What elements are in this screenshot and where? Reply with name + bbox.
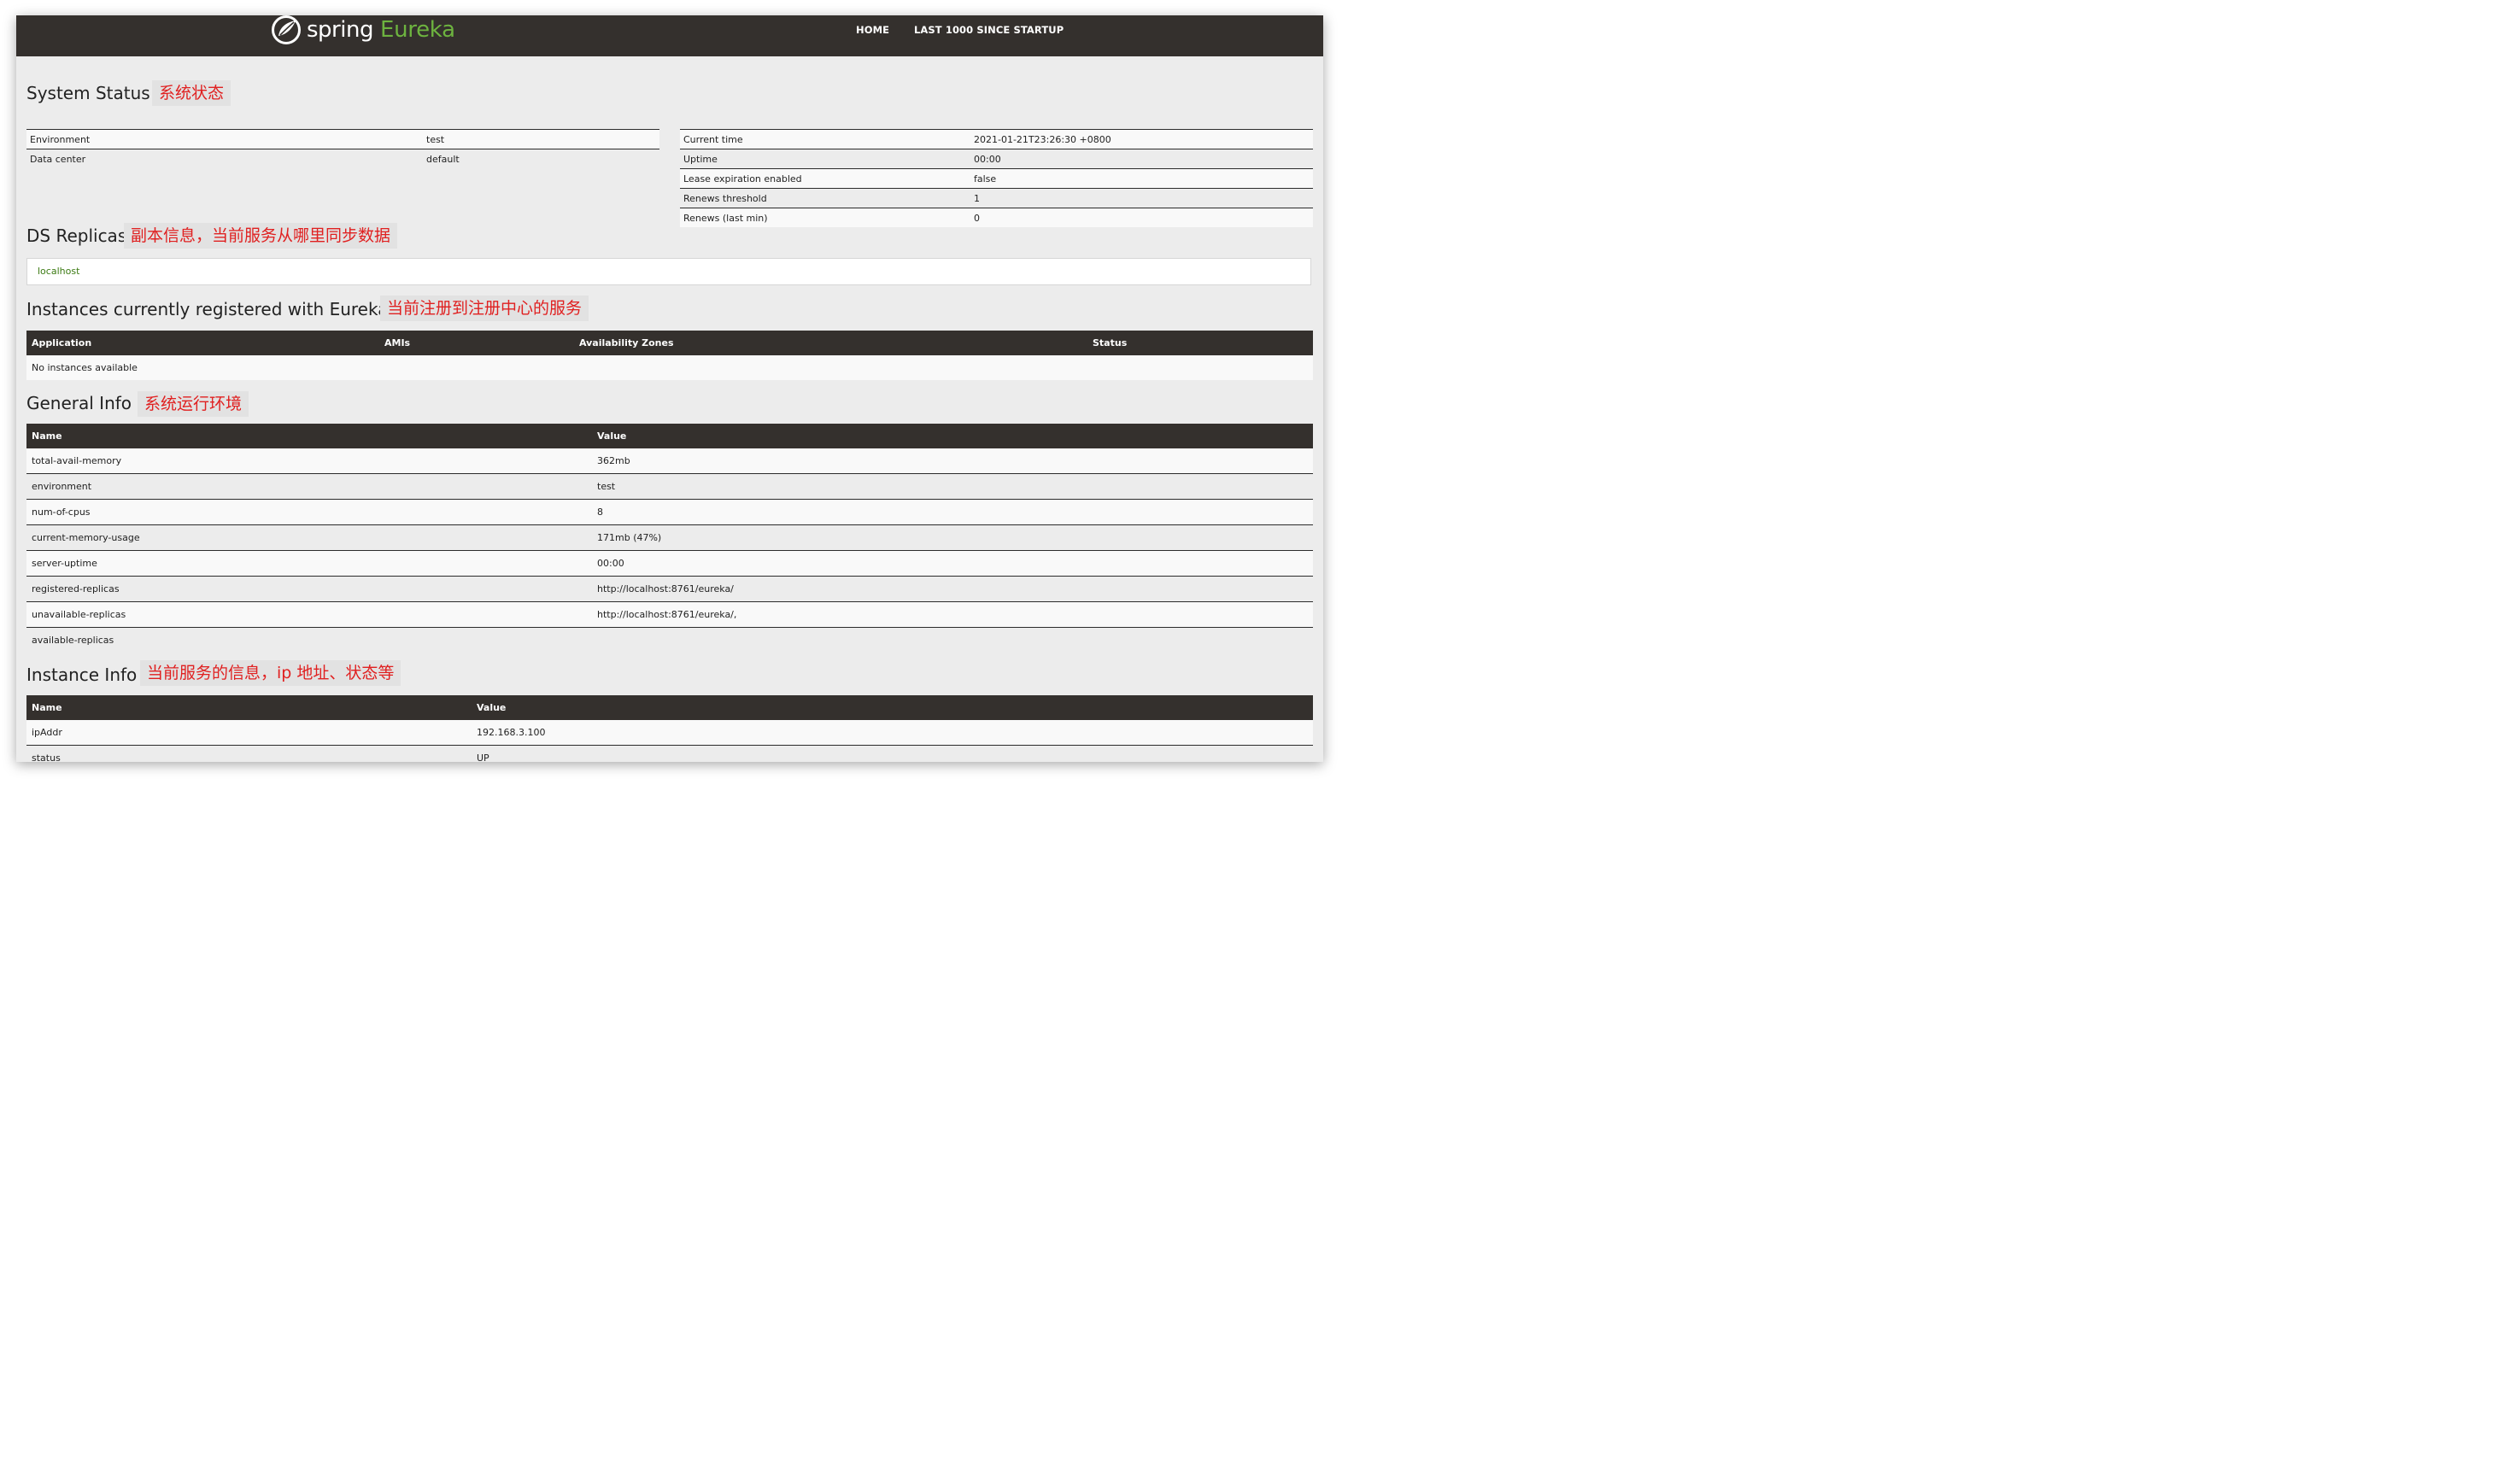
table-row: Environment test	[26, 129, 659, 149]
status-value: 1	[970, 188, 1313, 208]
info-value: 8	[592, 499, 1313, 525]
table-header-row: Name Value	[26, 424, 1313, 448]
table-row: Current time 2021-01-21T23:26:30 +0800	[680, 129, 1313, 149]
system-status-right-table: Current time 2021-01-21T23:26:30 +0800 U…	[680, 129, 1313, 227]
system-status-annotation: 系统状态	[152, 80, 231, 106]
info-value	[592, 628, 1313, 653]
spring-leaf-icon	[272, 15, 301, 44]
general-info-table: Name Value total-avail-memory 362mb envi…	[26, 424, 1313, 653]
info-name: status	[32, 752, 61, 762]
table-row: Data center default	[26, 149, 659, 168]
nav-last-1000-link[interactable]: LAST 1000 SINCE STARTUP	[914, 24, 1064, 36]
status-value: 2021-01-21T23:26:30 +0800	[970, 129, 1313, 149]
browser-window: spring Eureka HOME LAST 1000 SINCE START…	[16, 15, 1323, 762]
ds-replicas-annotation: 副本信息，当前服务从哪里同步数据	[124, 223, 398, 249]
info-value: http://localhost:8761/eureka/	[592, 576, 1313, 602]
table-row: unavailable-replicas http://localhost:87…	[26, 601, 1313, 628]
info-value: UP	[477, 752, 489, 762]
navbar: spring Eureka HOME LAST 1000 SINCE START…	[16, 15, 1323, 56]
table-header-row: Name Value	[26, 695, 1313, 720]
col-availability-zones: Availability Zones	[574, 331, 1087, 355]
instances-table: Application AMIs Availability Zones Stat…	[26, 331, 1313, 380]
table-row: status UP	[26, 746, 1313, 762]
instances-title: Instances currently registered with Eure…	[26, 299, 389, 319]
instance-info-annotation: 当前服务的信息，ip 地址、状态等	[140, 660, 401, 686]
table-row: total-avail-memory 362mb	[26, 448, 1313, 474]
info-value: 362mb	[592, 448, 1313, 474]
status-value: 0	[970, 208, 1313, 227]
status-value: false	[970, 168, 1313, 189]
status-key: Uptime	[680, 149, 970, 169]
nav-home-link[interactable]: HOME	[856, 24, 889, 36]
table-row: current-memory-usage 171mb (47%)	[26, 524, 1313, 551]
table-row: num-of-cpus 8	[26, 499, 1313, 525]
table-row: Uptime 00:00	[680, 149, 1313, 169]
info-value: 192.168.3.100	[472, 720, 1313, 746]
empty-message: No instances available	[26, 355, 1313, 380]
status-value: test	[423, 129, 659, 149]
status-key: Lease expiration enabled	[680, 168, 970, 189]
info-name: ipAddr	[26, 720, 472, 746]
info-value: 171mb (47%)	[592, 524, 1313, 551]
table-row: Renews threshold 1	[680, 188, 1313, 208]
col-name: Name	[26, 695, 472, 720]
status-key: Environment	[26, 129, 423, 149]
replicas-list: localhost	[26, 258, 1311, 285]
info-name: total-avail-memory	[26, 448, 592, 474]
logo-eureka-text: Eureka	[379, 17, 455, 43]
instance-info-title: Instance Info	[26, 665, 138, 685]
info-name: unavailable-replicas	[26, 601, 592, 628]
logo-spring-text: spring	[307, 17, 373, 43]
ds-replicas-title: DS Replicas	[26, 225, 127, 246]
info-name: environment	[26, 473, 592, 500]
table-header-row: Application AMIs Availability Zones Stat…	[26, 331, 1313, 355]
info-name: num-of-cpus	[26, 499, 592, 525]
instances-annotation: 当前注册到注册中心的服务	[380, 296, 589, 321]
general-info-title: General Info	[26, 393, 132, 413]
replica-link[interactable]: localhost	[38, 266, 79, 277]
col-value: Value	[472, 695, 1313, 720]
status-key: Renews threshold	[680, 188, 970, 208]
col-name: Name	[26, 424, 592, 448]
status-key: Current time	[680, 129, 970, 149]
col-value: Value	[592, 424, 1313, 448]
table-row: ipAddr 192.168.3.100	[26, 720, 1313, 746]
table-row: environment test	[26, 473, 1313, 500]
table-row: server-uptime 00:00	[26, 550, 1313, 577]
table-row: Lease expiration enabled false	[680, 168, 1313, 189]
table-row: registered-replicas http://localhost:876…	[26, 576, 1313, 602]
info-value: test	[592, 473, 1313, 500]
info-value: http://localhost:8761/eureka/,	[592, 601, 1313, 628]
general-info-annotation: 系统运行环境	[138, 391, 249, 417]
logo[interactable]: spring Eureka	[271, 15, 455, 44]
system-status-title: System Status	[26, 83, 150, 103]
status-key: Renews (last min)	[680, 208, 970, 227]
info-value: 00:00	[592, 550, 1313, 577]
instance-info-table: Name Value ipAddr 192.168.3.100 status U…	[26, 695, 1313, 762]
status-key: Data center	[26, 149, 423, 168]
info-name: registered-replicas	[26, 576, 592, 602]
status-value: default	[423, 149, 659, 168]
info-name: current-memory-usage	[26, 524, 592, 551]
system-status-left-table: Environment test Data center default	[26, 129, 659, 168]
col-application: Application	[26, 331, 379, 355]
info-name: server-uptime	[26, 550, 592, 577]
col-status: Status	[1087, 331, 1313, 355]
status-value: 00:00	[970, 149, 1313, 169]
table-row: No instances available	[26, 355, 1313, 380]
table-row: Renews (last min) 0	[680, 208, 1313, 227]
table-row: available-replicas	[26, 628, 1313, 653]
col-amis: AMIs	[379, 331, 574, 355]
info-name: available-replicas	[32, 635, 114, 646]
